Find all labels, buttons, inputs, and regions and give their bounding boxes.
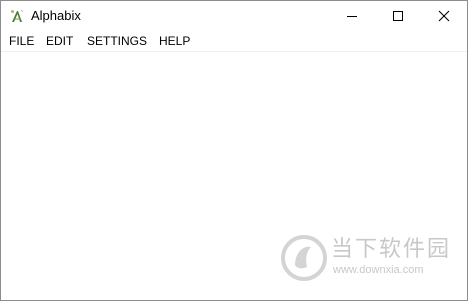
menu-help[interactable]: HELP: [157, 33, 192, 50]
watermark-logo-icon: [281, 235, 327, 281]
close-icon: [438, 10, 450, 22]
menu-edit[interactable]: EDIT: [44, 33, 75, 50]
minimize-icon: [347, 16, 357, 17]
menu-settings[interactable]: SETTINGS: [85, 33, 149, 50]
watermark: 当下软件园 www.downxia.com: [281, 233, 451, 283]
window-title: Alphabix: [31, 8, 81, 23]
maximize-button[interactable]: [375, 1, 421, 31]
app-icon: [9, 8, 25, 24]
title-bar[interactable]: Alphabix: [1, 1, 467, 31]
watermark-url: www.downxia.com: [333, 264, 424, 276]
maximize-icon: [393, 11, 403, 21]
close-button[interactable]: [421, 1, 467, 31]
watermark-text: 当下软件园: [331, 237, 452, 262]
menu-bar: FILE EDIT SETTINGS HELP: [1, 31, 467, 52]
minimize-button[interactable]: [329, 1, 375, 31]
app-window: Alphabix FILE EDIT SETTINGS HELP 当下软件园 w…: [0, 0, 468, 301]
menu-file[interactable]: FILE: [7, 33, 36, 50]
